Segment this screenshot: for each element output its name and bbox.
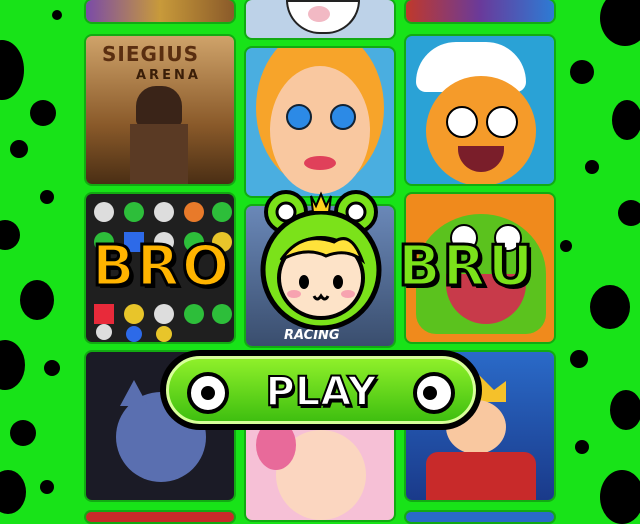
game-tile-girl-portrait[interactable] (246, 48, 394, 196)
game-tile-top-right[interactable] (406, 0, 554, 22)
racing-label: RACING (284, 328, 340, 343)
game-tile-bottom-left[interactable] (86, 512, 234, 522)
siegius-title: SIEGIUS (102, 42, 200, 66)
game-tile-top-left[interactable] (86, 0, 234, 22)
game-tile-bottom-right[interactable] (406, 512, 554, 522)
game-tile-hamster[interactable] (406, 36, 554, 184)
logo-text-left: BRO (90, 233, 232, 301)
right-eye-icon (413, 372, 455, 414)
logo-text-right: BRU (396, 233, 536, 301)
siegius-subtitle: ARENA (136, 68, 201, 83)
game-tile-top-middle[interactable] (246, 0, 394, 38)
play-button-face: PLAY (166, 356, 476, 424)
game-tile-siegius-arena[interactable]: SIEGIUS ARENA (86, 36, 234, 184)
mascot-icon (260, 190, 382, 330)
game-tile-girl-phone[interactable] (246, 420, 394, 520)
play-button[interactable]: PLAY (160, 350, 482, 430)
